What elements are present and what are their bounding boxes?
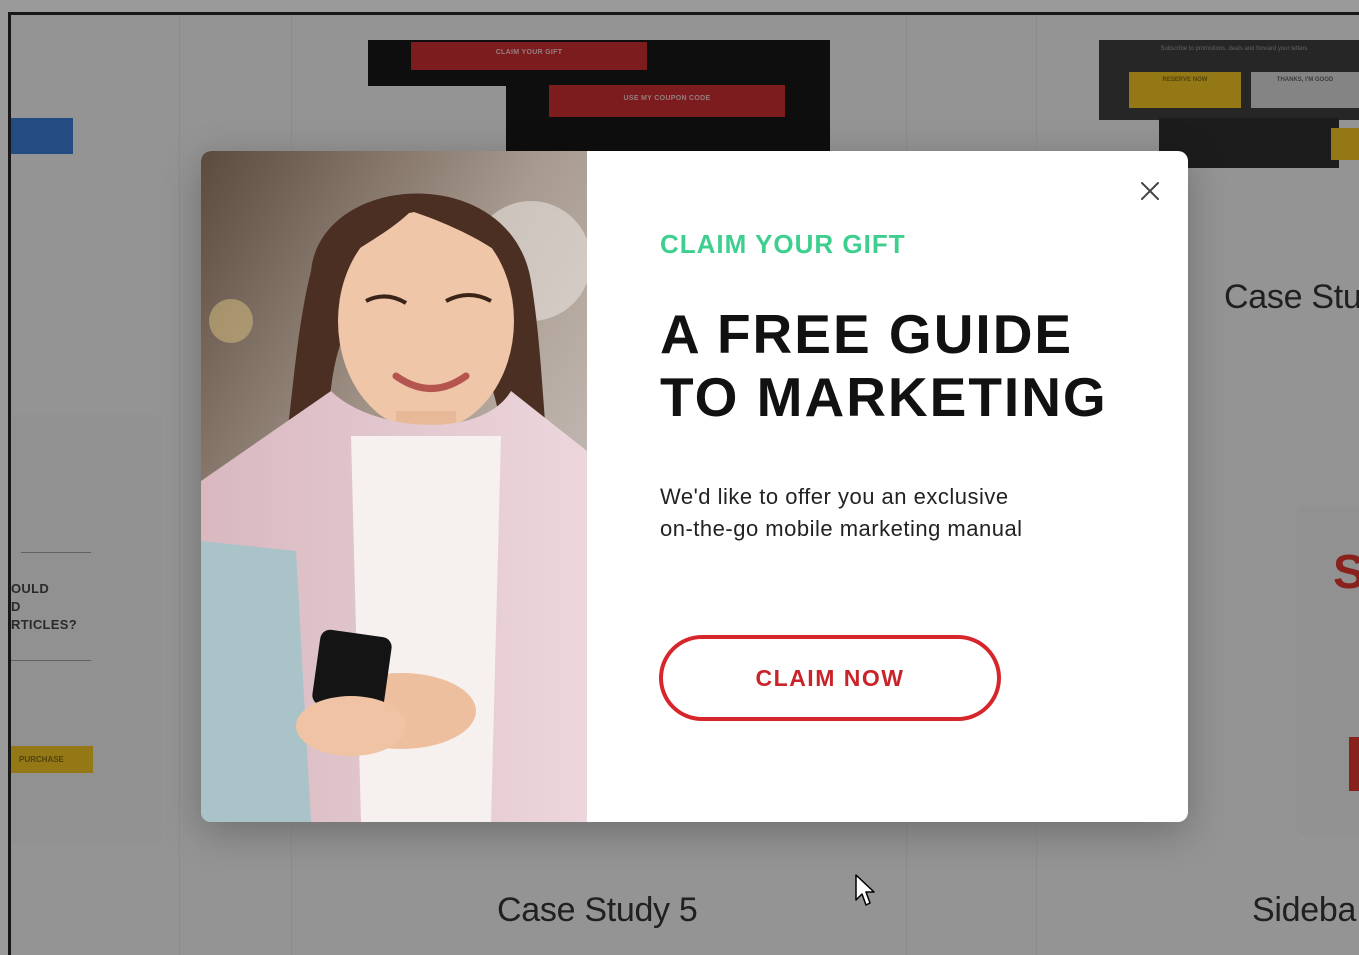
mouse-cursor-icon	[855, 874, 877, 908]
gift-popup-modal: CLAIM YOUR GIFT A FREE GUIDE TO MARKETIN…	[201, 151, 1188, 822]
headline-line: TO MARKETING	[660, 366, 1108, 428]
headline-line: A FREE GUIDE	[660, 303, 1074, 365]
description-line: We'd like to offer you an exclusive	[660, 484, 1009, 509]
woman-with-phone-photo	[201, 151, 587, 822]
description-line: on-the-go mobile marketing manual	[660, 516, 1023, 541]
claim-now-button[interactable]: CLAIM NOW	[659, 635, 1001, 721]
popup-headline: A FREE GUIDE TO MARKETING	[660, 303, 1160, 429]
close-icon[interactable]	[1138, 179, 1162, 203]
popup-eyebrow: CLAIM YOUR GIFT	[660, 229, 906, 259]
popup-description: We'd like to offer you an exclusive on-t…	[660, 481, 1140, 545]
